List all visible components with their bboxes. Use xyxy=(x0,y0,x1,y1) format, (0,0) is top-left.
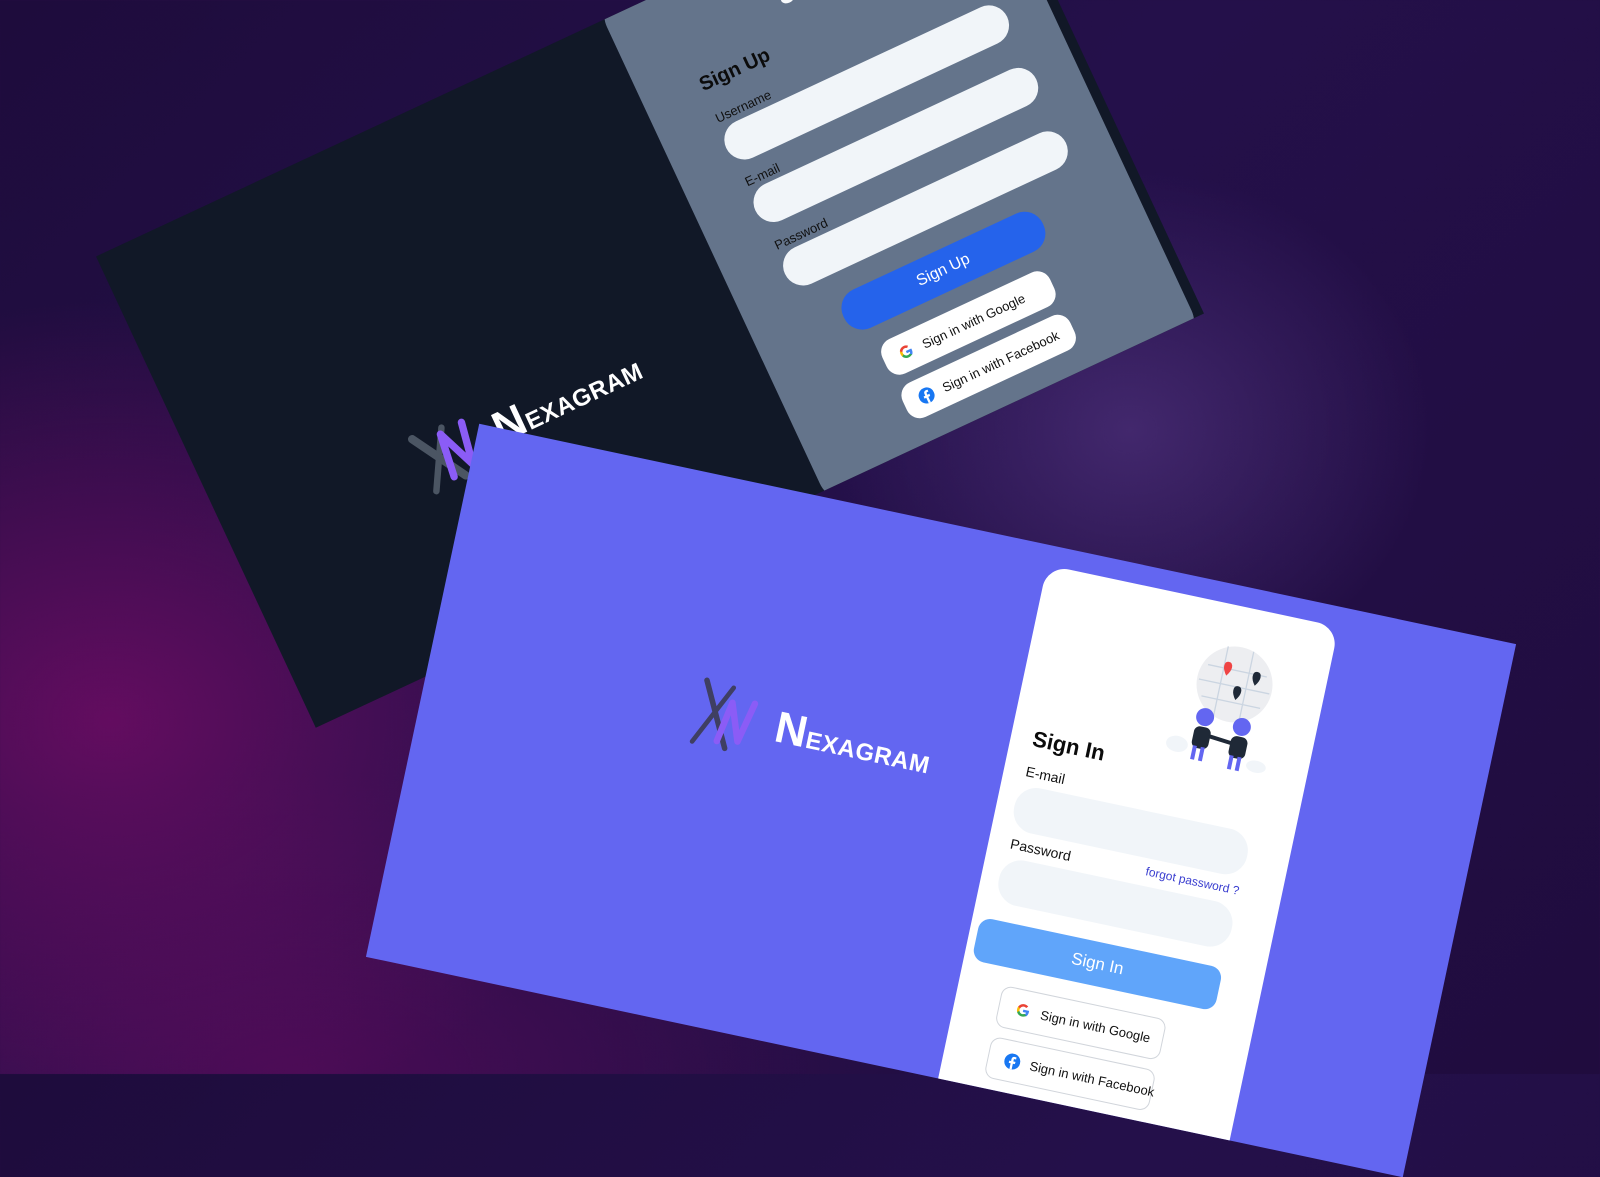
email-label: E-mail xyxy=(1024,763,1067,788)
signin-card: Sign In E-mail Password forgot password … xyxy=(928,564,1339,1177)
signin-screen: NEXAGRAM Sign In E-mail Password forgot … xyxy=(365,423,1517,1177)
facebook-icon xyxy=(1003,1052,1022,1071)
logo-mark-icon xyxy=(689,677,759,752)
signin-title: Sign In xyxy=(1030,726,1108,766)
brand-logo: NEXAGRAM xyxy=(682,673,938,797)
email-input[interactable] xyxy=(1009,783,1252,879)
brand-name: NEXAGRAM xyxy=(770,702,933,780)
signin-google-label: Sign in with Google xyxy=(1039,1007,1152,1046)
google-icon xyxy=(1014,1001,1033,1020)
world-illustration-icon xyxy=(1166,646,1273,773)
world-illustration-icon xyxy=(780,0,795,4)
facebook-icon xyxy=(916,385,937,406)
signup-card: Sign Up Username E-mail Password Sign Up… xyxy=(595,0,1204,510)
signin-facebook-label: Sign in with Facebook xyxy=(1028,1057,1156,1100)
google-icon xyxy=(896,341,917,362)
